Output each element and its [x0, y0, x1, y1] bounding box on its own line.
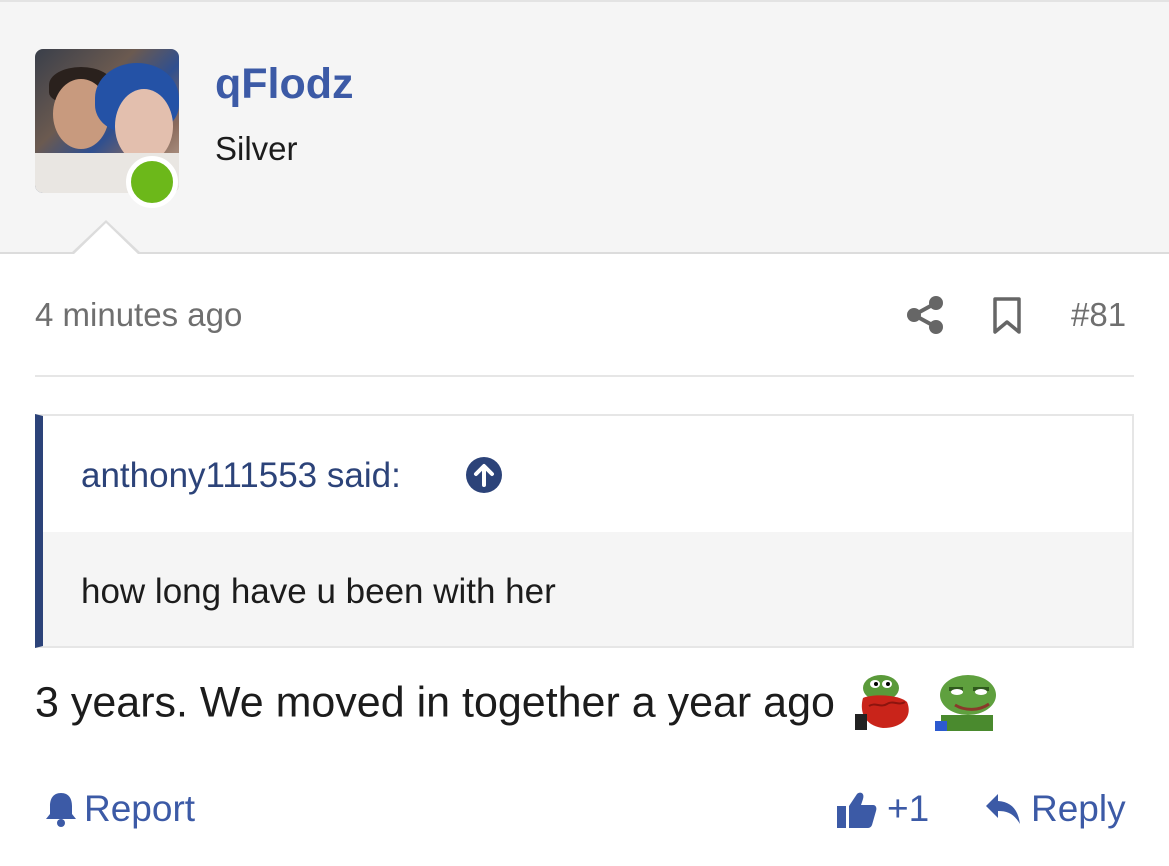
post-timestamp[interactable]: 4 minutes ago	[35, 296, 242, 334]
quote-header: anthony111553 said:	[43, 416, 1132, 532]
arrow-up-icon[interactable]	[465, 456, 503, 494]
bookmark-icon[interactable]	[992, 297, 1022, 335]
quote-block: anthony111553 said: how long have u been…	[35, 414, 1134, 648]
pepe-smug-emoji-icon	[934, 671, 997, 731]
reply-icon[interactable]	[984, 792, 1022, 826]
quote-author-link[interactable]: anthony111553 said:	[81, 456, 401, 496]
user-title: Silver	[215, 130, 298, 167]
divider	[35, 375, 1134, 377]
reply-button[interactable]: Reply	[1031, 788, 1126, 830]
user-header: qFlodz Silver	[0, 0, 1169, 254]
quote-body: how long have u been with her	[81, 572, 556, 611]
bell-icon[interactable]	[44, 790, 78, 828]
online-status-badge	[126, 156, 178, 208]
report-button[interactable]: Report	[84, 788, 195, 830]
username-link[interactable]: qFlodz	[215, 60, 354, 109]
pepe-red-blanket-emoji-icon	[854, 672, 915, 730]
like-count[interactable]: +1	[887, 788, 929, 830]
share-icon[interactable]	[906, 295, 944, 335]
post-number-link[interactable]: #81	[1071, 296, 1126, 334]
post-message-text: 3 years. We moved in together a year ago	[35, 678, 835, 727]
thumbs-up-icon[interactable]	[835, 790, 877, 830]
post-message: 3 years. We moved in together a year ago	[35, 671, 997, 735]
